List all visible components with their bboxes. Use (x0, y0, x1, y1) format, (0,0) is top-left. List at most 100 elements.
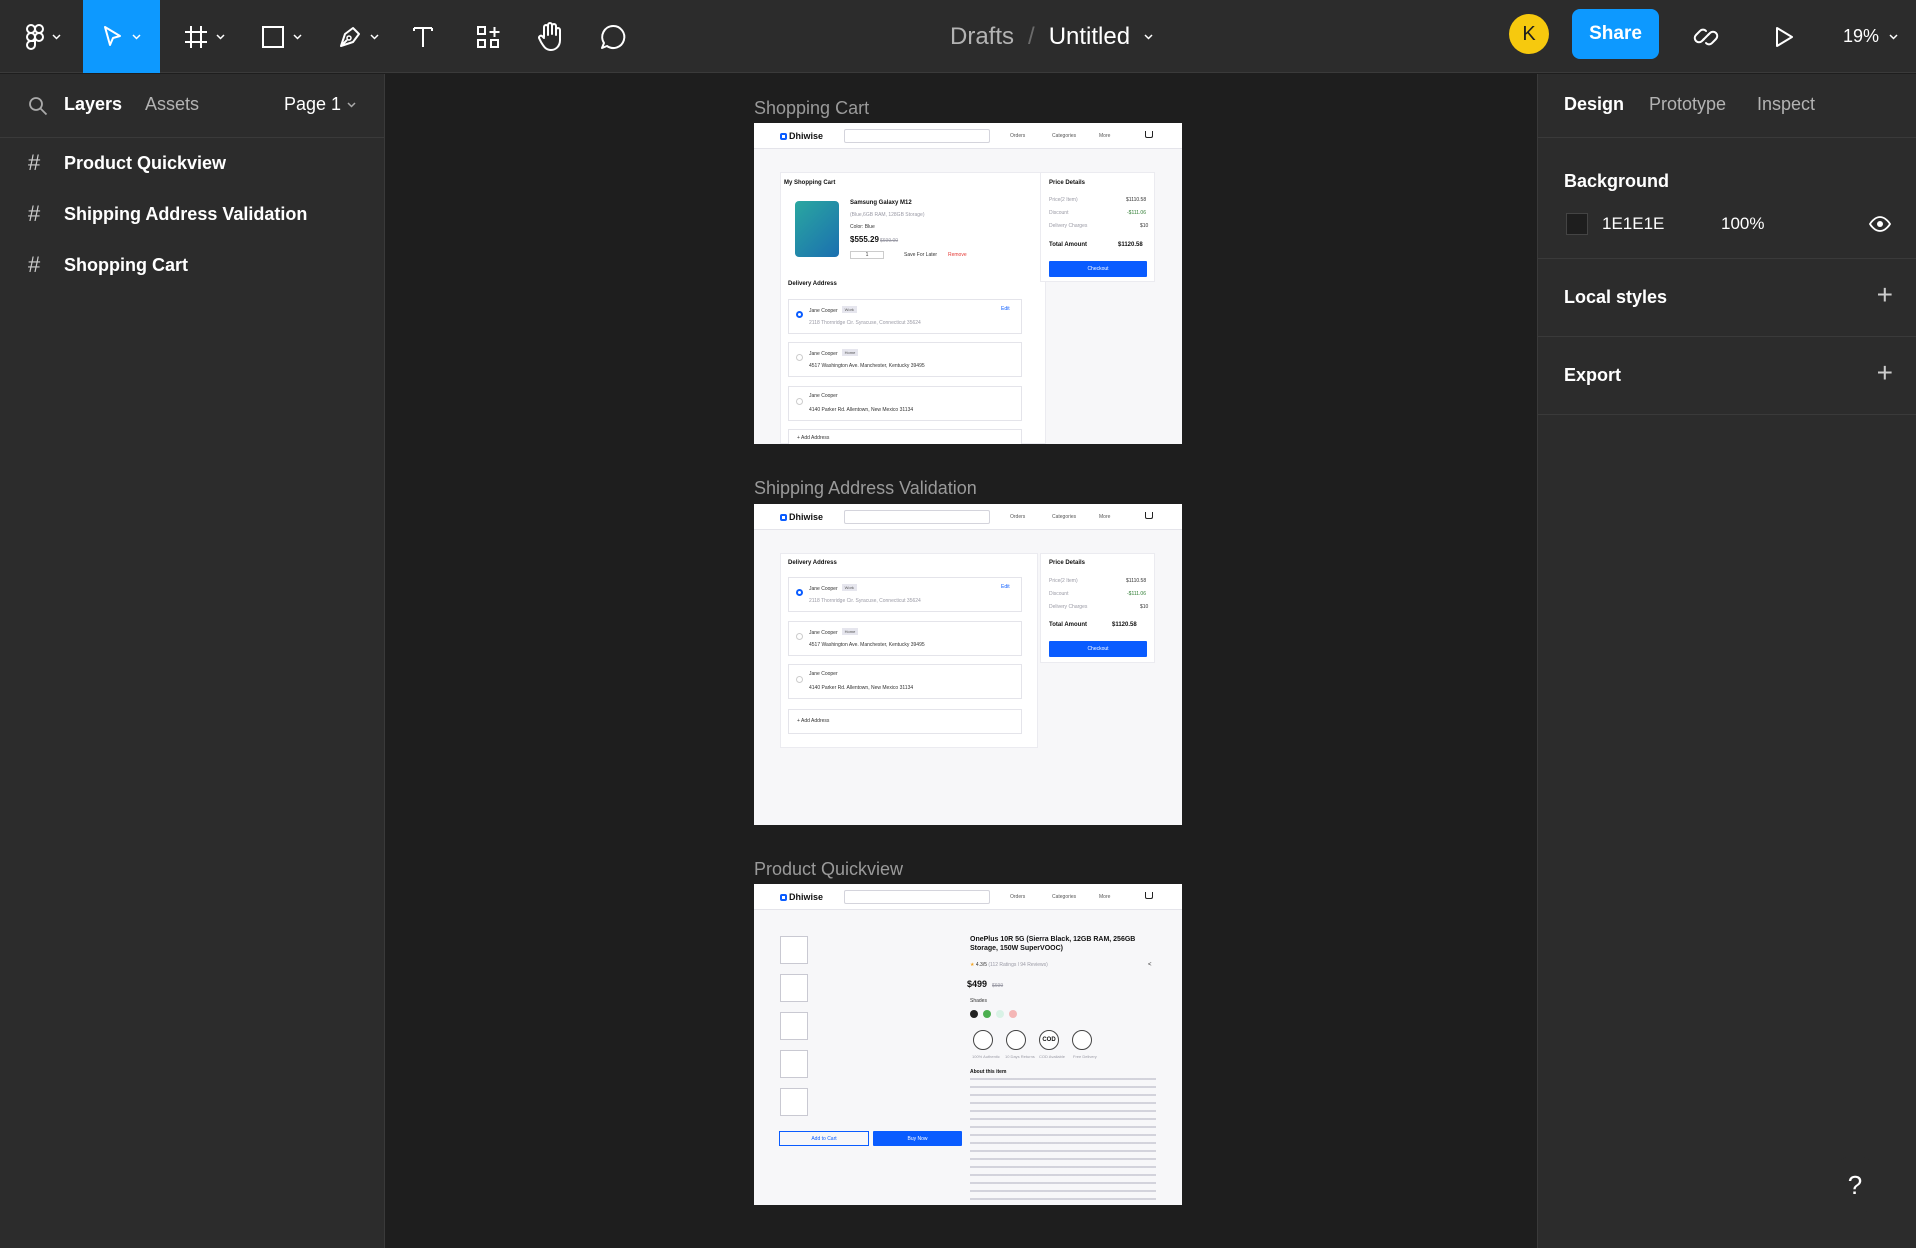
export-title: Export (1564, 365, 1622, 385)
address-tag: Work (841, 306, 857, 313)
layer-item-shopping-cart[interactable]: # Shopping Cart (0, 240, 385, 290)
shape-tool-button[interactable] (256, 0, 306, 73)
text-tool-button[interactable] (405, 0, 441, 73)
move-tool-button[interactable] (83, 0, 160, 73)
frame-shopping-cart[interactable]: Dhiwise Orders Categories More My Shoppi… (754, 123, 1182, 444)
help-button[interactable]: ? (1826, 1156, 1884, 1214)
cod-icon: COD (1039, 1030, 1059, 1050)
zoom-dropdown[interactable]: 19% (1843, 0, 1898, 73)
address-line: 4517 Washington Ave. Manchester, Kentuck… (809, 642, 925, 648)
chevron-down-icon[interactable] (1144, 33, 1153, 40)
frame-tool-button[interactable] (178, 0, 230, 73)
product-color: Color: Blue (850, 224, 875, 230)
price-row-label: Delivery Charges (1049, 604, 1088, 610)
price-row-label: Discount (1049, 591, 1069, 597)
frame-product-quickview[interactable]: Dhiwise Orders Categories More Add to Ca… (754, 884, 1182, 1205)
delivery-truck-icon (1072, 1030, 1092, 1050)
cart-icon (1145, 892, 1153, 899)
address-card: Jane Cooper Work 2118 Thornridge Cir. Syr… (788, 299, 1022, 334)
brand-name: Dhiwise (789, 131, 824, 141)
chevron-down-icon[interactable] (347, 102, 356, 108)
cursor-icon (104, 25, 121, 46)
mock-search-input (844, 129, 990, 143)
product-variant: (Blue,6GB RAM, 128GB Storage) (850, 212, 925, 218)
background-opacity-input[interactable]: 100% (1721, 214, 1764, 234)
frame-shipping-address-validation[interactable]: Dhiwise Orders Categories More Delivery … (754, 504, 1182, 825)
chevron-down-icon (132, 33, 141, 40)
plus-icon[interactable]: + (1877, 357, 1893, 389)
price-row-value: -$111.06 (1127, 591, 1146, 597)
right-panel: Design Prototype Inspect Background 1E1E… (1537, 74, 1916, 1248)
radio-unselected (796, 398, 803, 405)
resources-tool-button[interactable] (470, 0, 506, 73)
background-title: Background (1564, 171, 1670, 191)
address-name: Jane Cooper (809, 671, 838, 677)
layer-name: Shipping Address Validation (64, 203, 308, 224)
frame-label-shopping-cart[interactable]: Shopping Cart (754, 98, 869, 119)
share-button[interactable]: Share (1572, 9, 1659, 59)
address-tag: Work (841, 584, 857, 591)
file-title[interactable]: Drafts / Untitled (950, 0, 1153, 73)
present-button[interactable] (1766, 0, 1802, 73)
checkout-button: Checkout (1049, 641, 1147, 657)
components-icon (477, 25, 500, 48)
address-line: 2118 Thornridge Cir. Syracuse, Connectic… (809, 320, 921, 326)
total-label: Total Amount (1049, 622, 1087, 628)
nav-orders: Orders (1010, 894, 1026, 900)
thumbnail (780, 1012, 808, 1040)
nav-categories: Categories (1052, 894, 1077, 900)
price-row-label: Discount (1049, 210, 1069, 216)
tab-layers[interactable]: Layers (64, 94, 122, 115)
figma-logo-icon (25, 23, 44, 50)
checkout-button: Checkout (1049, 261, 1147, 277)
chevron-down-icon (369, 33, 379, 40)
frame-icon: # (28, 252, 41, 277)
layer-item-shipping-address-validation[interactable]: # Shipping Address Validation (0, 189, 385, 239)
address-name: Jane Cooper Home (809, 349, 859, 357)
file-name[interactable]: Untitled (1049, 23, 1130, 51)
tab-prototype[interactable]: Prototype (1649, 94, 1726, 115)
pen-tool-button[interactable] (333, 0, 383, 73)
page-selector[interactable]: Page 1 (284, 94, 341, 115)
add-address-label: + Add Address (797, 718, 830, 724)
address-tag: Home (841, 349, 859, 356)
shades-label: Shades (970, 998, 987, 1004)
frame-label-product-quickview[interactable]: Product Quickview (754, 859, 903, 880)
avatar[interactable]: K (1509, 14, 1549, 54)
radio-selected (796, 589, 803, 596)
link-icon (1693, 28, 1719, 45)
tab-assets[interactable]: Assets (145, 94, 199, 115)
brand-name: Dhiwise (789, 892, 824, 902)
project-name[interactable]: Drafts (950, 23, 1014, 51)
layer-item-product-quickview[interactable]: # Product Quickview (0, 138, 385, 188)
pen-icon (339, 26, 360, 47)
frame-label-shipping-address-validation[interactable]: Shipping Address Validation (754, 478, 977, 499)
swatch (983, 1010, 991, 1018)
tab-inspect[interactable]: Inspect (1757, 94, 1815, 115)
comment-tool-button[interactable] (595, 0, 631, 73)
nav-more: More (1099, 514, 1111, 520)
total-label: Total Amount (1049, 242, 1087, 248)
tab-design[interactable]: Design (1564, 94, 1624, 115)
copy-link-button[interactable] (1688, 0, 1724, 73)
plus-icon[interactable]: + (1877, 279, 1893, 311)
search-icon[interactable] (28, 96, 48, 116)
question-mark-icon: ? (1847, 1169, 1863, 1200)
save-for-later-link: Save For Later (904, 252, 938, 258)
price-details-title: Price Details (1049, 560, 1086, 566)
background-hex-input[interactable]: 1E1E1E (1602, 214, 1664, 234)
star-icon: ★ (970, 962, 975, 968)
mock-search-input (844, 890, 990, 904)
remove-link: Remove (948, 252, 967, 258)
address-card: Jane Cooper Work 2118 Thornridge Cir. Syr… (788, 577, 1022, 612)
radio-unselected (796, 676, 803, 683)
background-color-swatch[interactable] (1566, 213, 1588, 235)
thumbnail (780, 974, 808, 1002)
main-menu-button[interactable] (14, 0, 72, 73)
hand-tool-button[interactable] (532, 0, 568, 73)
price-row-value: $1110.58 (1126, 578, 1147, 584)
feature-label: COD Available (1039, 1054, 1065, 1059)
edit-link: Edit (1001, 584, 1010, 590)
quantity-stepper: 1 (850, 251, 884, 259)
eye-icon[interactable] (1869, 216, 1891, 232)
